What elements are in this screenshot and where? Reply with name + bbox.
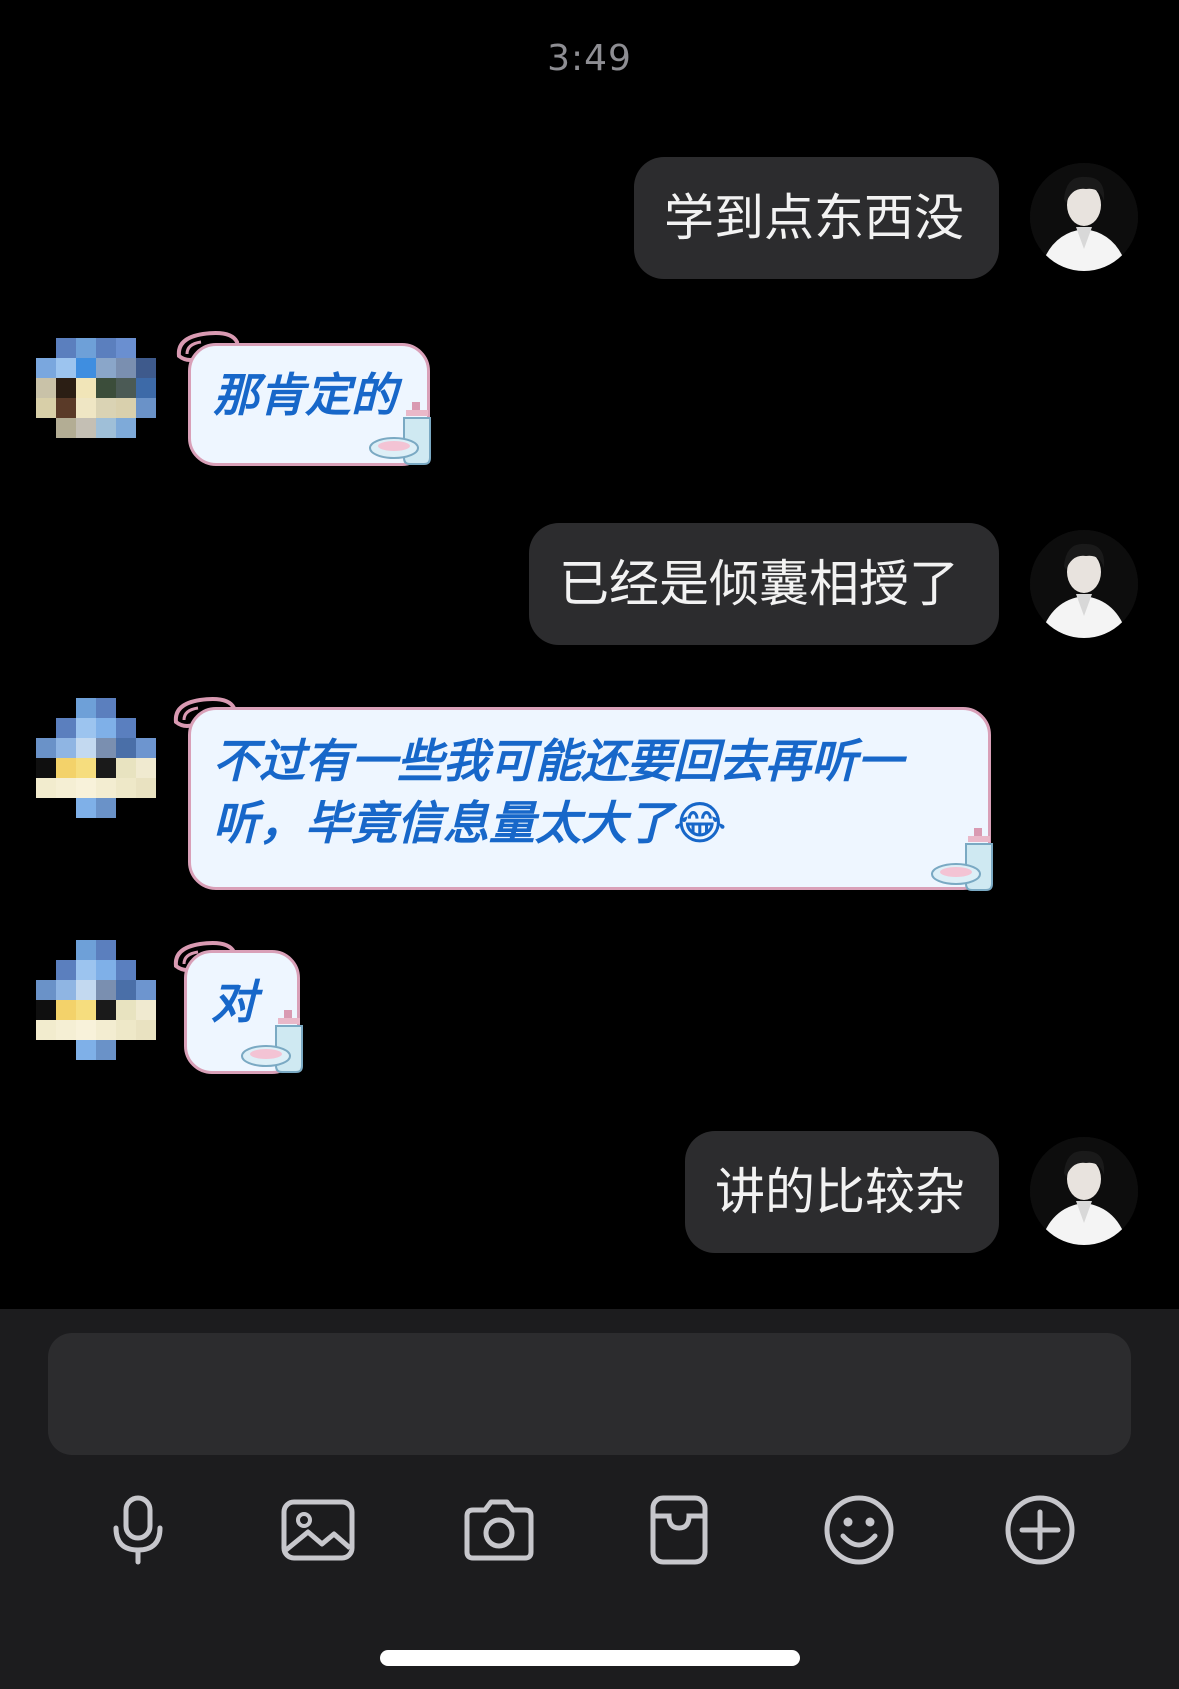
composer-bar [0, 1309, 1179, 1689]
contact-avatar[interactable] [36, 698, 156, 828]
outgoing-message-bubble[interactable]: 讲的比较杂 [685, 1131, 999, 1253]
message-text: 讲的比较杂 [715, 1163, 965, 1221]
sticker-button[interactable] [634, 1485, 724, 1575]
message-text: 学到点东西没 [664, 189, 964, 247]
home-indicator[interactable] [380, 1650, 800, 1666]
plus-icon [1005, 1495, 1075, 1565]
contact-avatar[interactable] [36, 338, 156, 458]
message-timestamp: 3:49 [547, 38, 632, 79]
outgoing-message-bubble[interactable]: 学到点东西没 [634, 157, 999, 279]
message-text: 不过有一些我可能还要回去再听一听，毕竟信息量太大了 [213, 734, 903, 850]
photo-button[interactable] [273, 1485, 363, 1575]
my-avatar[interactable] [1030, 530, 1138, 638]
image-icon [281, 1499, 355, 1561]
sticker-icon [650, 1495, 708, 1565]
soap-basin-decoration-icon [241, 1010, 303, 1073]
microphone-icon [113, 1495, 163, 1565]
my-avatar[interactable] [1030, 163, 1138, 271]
message-text: 已经是倾囊相授了 [559, 555, 959, 613]
my-avatar[interactable] [1030, 1137, 1138, 1245]
soap-basin-decoration-icon [369, 402, 431, 465]
camera-icon [464, 1499, 534, 1561]
more-button[interactable] [995, 1485, 1085, 1575]
emoji-button[interactable] [814, 1485, 904, 1575]
voice-button[interactable] [93, 1485, 183, 1575]
contact-avatar[interactable] [36, 940, 156, 1070]
laughing-emoji-icon: 😂 [673, 796, 727, 850]
emoji-icon [824, 1495, 894, 1565]
message-input[interactable] [48, 1333, 1131, 1455]
soap-basin-decoration-icon [931, 828, 993, 891]
camera-button[interactable] [454, 1485, 544, 1575]
outgoing-message-bubble[interactable]: 已经是倾囊相授了 [529, 523, 999, 645]
incoming-message-bubble[interactable]: 不过有一些我可能还要回去再听一听，毕竟信息量太大了😂 [188, 707, 991, 890]
